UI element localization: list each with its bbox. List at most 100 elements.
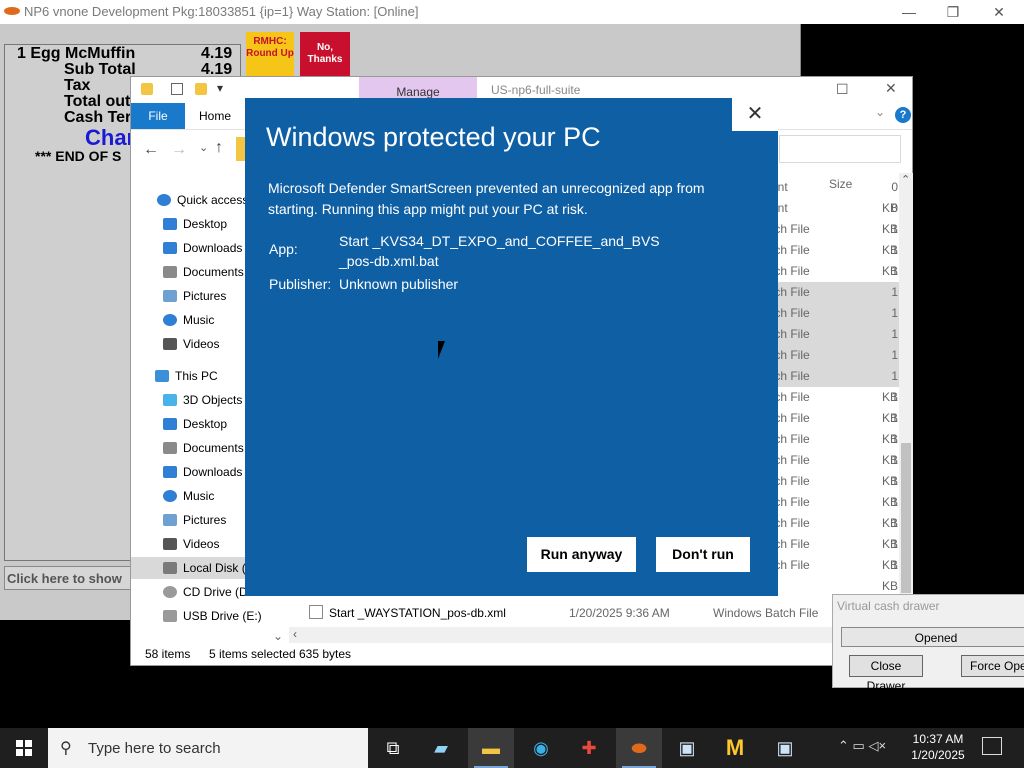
nav-desktop[interactable]: Desktop [163, 413, 227, 435]
windows-icon [16, 740, 32, 756]
back-icon[interactable]: ← [143, 141, 159, 159]
help-icon[interactable]: ? [895, 107, 911, 123]
file-date: 1/20/2025 9:36 AM [569, 606, 670, 620]
chevron-up-icon[interactable]: ⌃ [838, 738, 849, 753]
pos-title: NP6 vnone Development Pkg:18033851 {ip=1… [24, 4, 419, 19]
music-icon [163, 490, 177, 502]
nav-label: Music [183, 313, 215, 327]
restore-icon[interactable]: ❐ [930, 0, 976, 24]
nav-quick-access[interactable]: Quick access [157, 189, 248, 211]
nav-label: Downloads [183, 241, 243, 255]
end-of-sale-label: *** END OF S [35, 148, 122, 164]
properties-icon[interactable] [171, 83, 183, 95]
close-icon[interactable]: ✕ [732, 98, 778, 131]
nav-label: Quick access [177, 193, 249, 207]
videos-icon [163, 538, 177, 550]
clock[interactable]: 10:37 AM 1/20/2025 [904, 731, 972, 763]
nav-label: CD Drive (D [183, 585, 248, 599]
nav-desktop[interactable]: Desktop [163, 213, 227, 235]
quick-access-toolbar-dropdown-icon[interactable]: ▾ [217, 81, 223, 95]
rmhc-round-up-button[interactable]: RMHC: Round Up [246, 32, 294, 76]
nav-label: Documents [183, 265, 244, 279]
search-icon: ⚲ [60, 740, 72, 757]
nav-label: Videos [183, 537, 220, 551]
volume-muted-icon[interactable]: ◁× [868, 738, 886, 753]
maximize-icon[interactable]: ☐ [836, 81, 849, 98]
nav-music[interactable]: Music [163, 485, 214, 507]
nav-documents[interactable]: Documents [163, 261, 244, 283]
nav-label: Music [183, 489, 215, 503]
desktop-icon [163, 218, 177, 230]
app-icon[interactable]: ✚ [566, 728, 612, 768]
force-open-button[interactable]: Force Open [961, 655, 1024, 677]
nav-label: Videos [183, 337, 220, 351]
nav-videos[interactable]: Videos [163, 333, 219, 355]
np6-pos-taskbar-icon[interactable]: ⬬ [616, 728, 662, 768]
nav-videos[interactable]: Videos [163, 533, 219, 555]
scroll-left-icon[interactable]: ‹ [293, 627, 297, 641]
nav-usb-drive[interactable]: USB Drive (E:) [163, 605, 262, 627]
3d-objects-icon [163, 394, 177, 406]
nav-cd-drive[interactable]: CD Drive (D [163, 581, 248, 603]
expand-ribbon-icon[interactable]: ⌄ [875, 105, 885, 119]
new-folder-icon[interactable] [195, 83, 207, 95]
run-anyway-button[interactable]: Run anyway [527, 537, 636, 572]
mcdonalds-icon[interactable]: M [712, 728, 758, 768]
start-button[interactable] [0, 728, 48, 768]
network-icon[interactable]: ▭ [853, 738, 865, 753]
cash-drawer-title: Virtual cash drawer [837, 599, 940, 613]
file-tab[interactable]: File [131, 103, 185, 129]
music-icon [163, 314, 177, 326]
nav-label: 3D Objects [183, 393, 243, 407]
app-icon[interactable]: ▰ [418, 728, 464, 768]
nav-label: Downloads [183, 465, 243, 479]
taskbar-search[interactable]: ⚲ Type here to search [48, 728, 368, 768]
explorer-title: US-np6-full-suite [491, 83, 581, 97]
search-field[interactable] [779, 135, 901, 163]
horizontal-scrollbar[interactable]: ‹ [289, 627, 899, 643]
notification-icon[interactable] [982, 737, 1002, 755]
scroll-up-icon[interactable]: ⌃ [901, 173, 910, 186]
no-thanks-button[interactable]: No, Thanks [300, 32, 350, 76]
nav-label: USB Drive (E:) [183, 609, 262, 623]
search-placeholder: Type here to search [88, 740, 221, 757]
file-type: Windows Batch File [713, 606, 819, 620]
task-view-icon[interactable]: ⧉ [370, 728, 416, 768]
edge-icon[interactable]: ◉ [518, 728, 564, 768]
file-explorer-taskbar-icon[interactable]: ▬ [468, 728, 514, 768]
vertical-scrollbar[interactable]: ⌃ [899, 173, 913, 643]
star-icon [157, 194, 171, 206]
nav-3d-objects[interactable]: 3D Objects [163, 389, 242, 411]
scrollbar-thumb[interactable] [901, 443, 911, 593]
nav-documents[interactable]: Documents [163, 437, 244, 459]
publisher-value: Unknown publisher [339, 276, 459, 292]
system-tray[interactable]: ⌃ ▭ ◁× [838, 738, 886, 754]
up-icon[interactable]: ↑ [215, 139, 223, 157]
close-drawer-button[interactable]: Close Drawer [849, 655, 923, 693]
dont-run-button[interactable]: Don't run [656, 537, 750, 572]
close-icon[interactable]: ✕ [885, 80, 897, 97]
home-tab[interactable]: Home [199, 103, 231, 129]
window-app-icon[interactable]: ▣ [762, 728, 808, 768]
nav-pictures[interactable]: Pictures [163, 285, 226, 307]
nav-downloads[interactable]: Downloads [163, 237, 242, 259]
taskbar: ⚲ Type here to search ⧉ ▰ ▬ ◉ ✚ ⬬ ▣ M ▣ … [0, 728, 1024, 768]
status-bar: 58 items 5 items selected 635 bytes [131, 643, 912, 665]
forward-icon[interactable]: → [171, 141, 187, 159]
dialog-message: Microsoft Defender SmartScreen prevented… [268, 180, 705, 217]
close-icon[interactable]: ✕ [976, 0, 1022, 24]
minimize-icon[interactable]: — [886, 0, 932, 24]
nav-label: This PC [175, 369, 218, 383]
nav-pictures[interactable]: Pictures [163, 509, 226, 531]
nav-downloads[interactable]: Downloads [163, 461, 242, 483]
documents-icon [163, 442, 177, 454]
downloads-icon [163, 466, 177, 478]
file-name[interactable]: Start _WAYSTATION_pos-db.xml [329, 606, 506, 620]
nav-this-pc[interactable]: This PC [155, 365, 218, 387]
nav-music[interactable]: Music [163, 309, 214, 331]
pos-logo-icon [4, 7, 20, 15]
recent-locations-icon[interactable]: ⌄ [199, 141, 208, 154]
window-app-icon[interactable]: ▣ [664, 728, 710, 768]
selection-count: 5 items selected [209, 647, 296, 661]
item-count: 58 items [145, 647, 191, 661]
